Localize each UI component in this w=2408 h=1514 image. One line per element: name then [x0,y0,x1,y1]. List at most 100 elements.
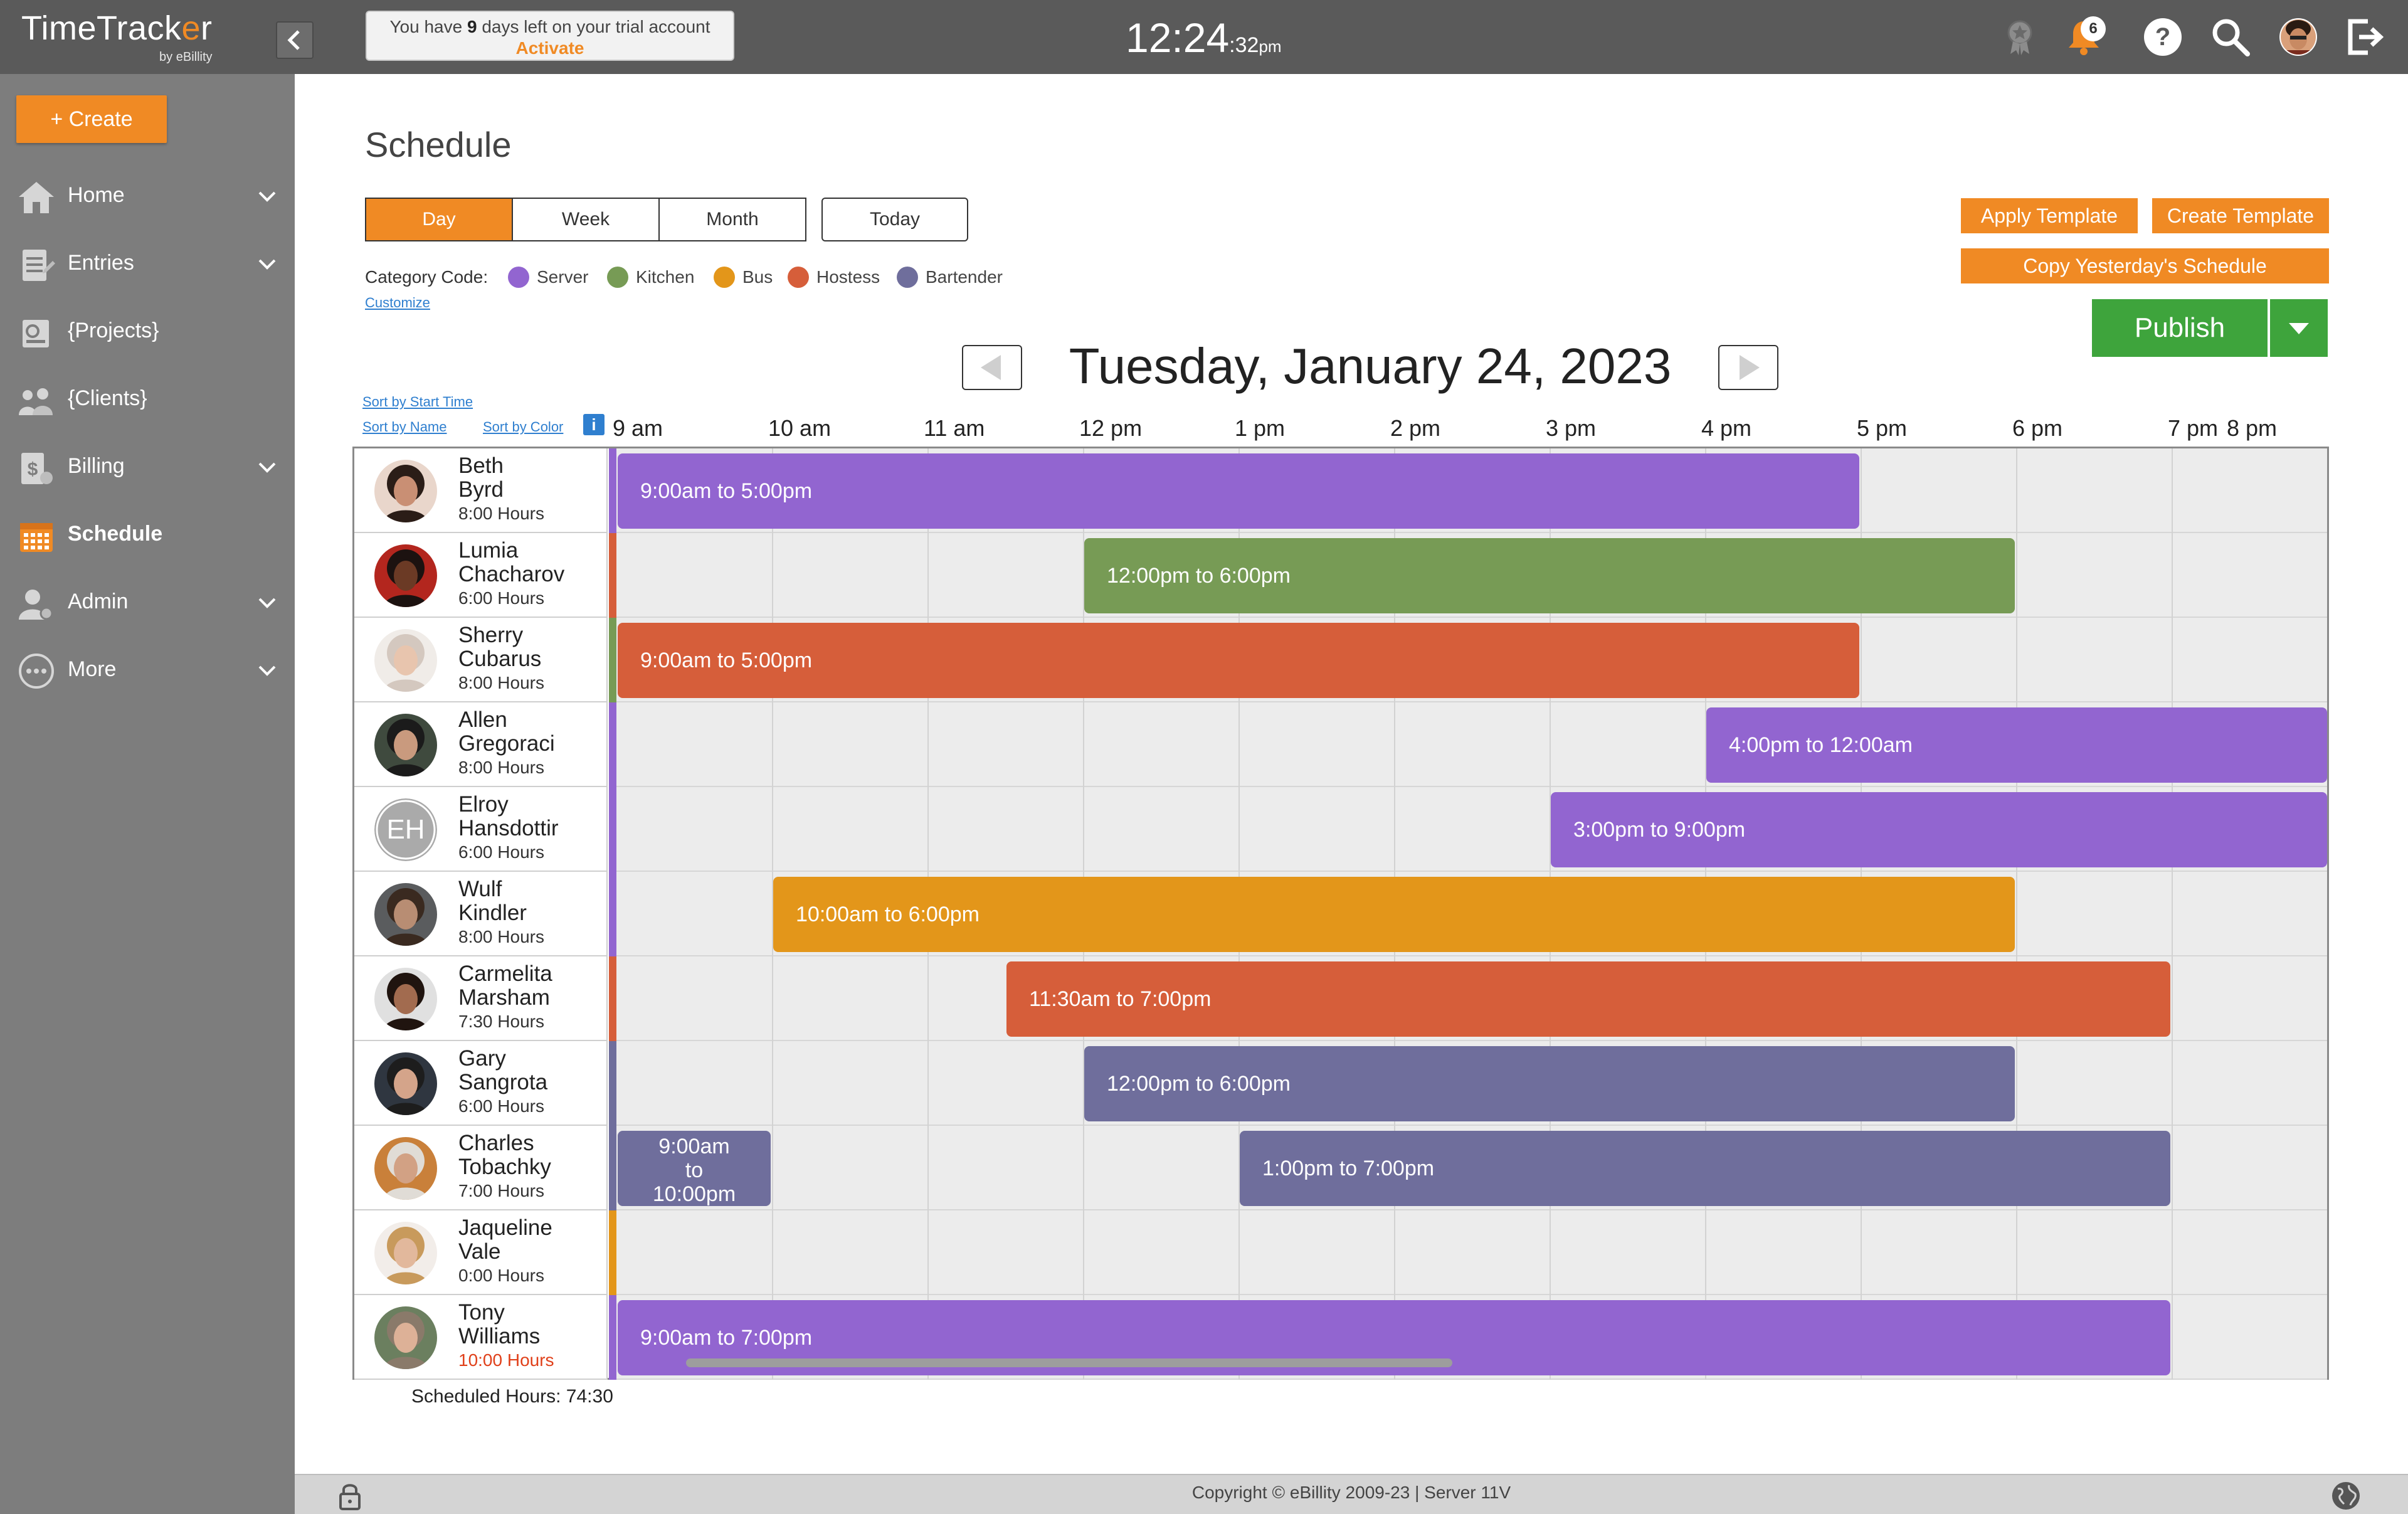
hour-label: 8 pm [2227,415,2278,441]
shift-block[interactable]: 3:00pm to 9:00pm [1551,792,2327,867]
sort-by-color-link[interactable]: Sort by Color [483,419,563,435]
timeline-track[interactable]: 12:00pm to 6:00pm [616,533,2327,618]
schedule-row: Charles Tobachky 7:00 Hours 9:00am to 10:00pm… [354,1126,2327,1210]
search-icon[interactable] [2209,15,2252,59]
employee-cell[interactable]: Gary Sangrota 6:00 Hours [354,1041,608,1126]
sidebar-item-admin[interactable]: Admin [0,574,295,631]
employee-cell[interactable]: Beth Byrd 8:00 Hours [354,448,608,533]
chevron-down-icon[interactable] [256,458,278,477]
hour-gridline [772,702,773,787]
award-icon[interactable] [1998,15,2042,59]
create-template-button[interactable]: Create Template [2152,198,2329,233]
shift-block[interactable]: 12:00pm to 6:00pm [1084,538,2015,613]
sidebar: + Create Home Entries {Projects} {Clients} $… [0,74,295,1514]
chevron-down-icon[interactable] [256,187,278,206]
shift-block[interactable]: 1:00pm to 7:00pm [1240,1131,2170,1206]
publish-dropdown-button[interactable] [2270,299,2328,357]
collapse-sidebar-button[interactable] [276,21,314,59]
schedule-row: Sherry Cubarus 8:00 Hours 9:00am to 5:00pm [354,618,2327,702]
employee-first-name: Lumia [458,538,519,563]
employee-hours: 8:00 Hours [458,673,544,692]
publish-button[interactable]: Publish [2092,299,2268,357]
timeline-track[interactable]: 10:00am to 6:00pm [616,872,2327,956]
employee-cell[interactable]: Allen Gregoraci 8:00 Hours [354,702,608,787]
sidebar-item-projects[interactable]: {Projects} [0,304,295,360]
shift-label: 9:00am to 5:00pm [640,648,813,672]
employee-cell[interactable]: Carmelita Marsham 7:30 Hours [354,956,608,1041]
sidebar-item-billing[interactable]: $ Billing [0,439,295,495]
timeline-track[interactable] [616,1210,2327,1295]
employee-cell[interactable]: Wulf Kindler 8:00 Hours [354,872,608,956]
sort-by-start-time-link[interactable]: Sort by Start Time [362,394,473,410]
timeline-track[interactable]: 9:00am to 5:00pm [616,448,2327,533]
shift-block[interactable]: 11:30am to 7:00pm [1006,961,2170,1037]
sidebar-item-schedule[interactable]: Schedule [0,507,295,563]
shift-block[interactable]: 9:00am to 10:00pm [618,1131,771,1206]
view-month-button[interactable]: Month [658,198,806,241]
hour-gridline [1550,702,1551,787]
category-swatch [607,266,628,288]
employee-cell[interactable]: EH Elroy Hansdottir 6:00 Hours [354,787,608,872]
customize-link[interactable]: Customize [365,295,430,311]
shift-block[interactable]: 9:00am to 5:00pm [618,623,1859,698]
view-week-button[interactable]: Week [512,198,660,241]
sidebar-item-entries[interactable]: Entries [0,236,295,292]
app-logo[interactable]: TimeTracker by eBillity [21,9,213,64]
timeline-track[interactable]: 11:30am to 7:00pm [616,956,2327,1041]
shift-block[interactable]: 9:00am to 5:00pm [618,453,1859,529]
help-icon[interactable]: ? [2141,15,2185,59]
category-bus: Bus [714,266,773,288]
shift-block[interactable]: 12:00pm to 6:00pm [1084,1046,2015,1121]
employee-cell[interactable]: Charles Tobachky 7:00 Hours [354,1126,608,1210]
activate-link[interactable]: Activate [367,38,733,58]
logout-icon[interactable] [2343,15,2387,59]
avatar-image [374,968,437,1030]
employee-first-name: Elroy [458,792,509,817]
employee-cell[interactable]: Lumia Chacharov 6:00 Hours [354,533,608,618]
timeline-track[interactable]: 9:00am to 10:00pm 1:00pm to 7:00pm [616,1126,2327,1210]
category-color-bar [609,618,616,702]
info-icon[interactable]: i [583,414,605,435]
arrow-right-icon [1740,355,1760,380]
view-day-button[interactable]: Day [365,198,513,241]
category-color-bar [609,1210,616,1295]
chevron-down-icon[interactable] [256,255,278,273]
sidebar-item-home[interactable]: Home [0,168,295,225]
today-button[interactable]: Today [821,198,968,241]
shift-block[interactable]: 4:00pm to 12:00am [1706,707,2327,783]
previous-day-button[interactable] [962,345,1022,390]
employee-hours: 6:00 Hours [458,842,544,862]
shift-block[interactable]: 10:00am to 6:00pm [773,877,2015,952]
globe-icon[interactable] [2330,1480,2362,1511]
employee-hours: 8:00 Hours [458,758,544,777]
employee-cell[interactable]: Jaqueline Vale 0:00 Hours [354,1210,608,1295]
timeline-track[interactable]: 3:00pm to 9:00pm [616,787,2327,872]
sidebar-item-clients[interactable]: {Clients} [0,371,295,428]
copy-yesterday-button[interactable]: Copy Yesterday's Schedule [1961,248,2329,283]
category-kitchen: Kitchen [607,266,694,288]
employee-cell[interactable]: Tony Williams 10:00 Hours [354,1295,608,1380]
user-avatar-icon[interactable] [2276,15,2320,59]
hour-gridline [927,787,929,872]
create-button[interactable]: + Create [16,95,167,143]
sidebar-item-label: More [68,657,117,681]
calendar-icon [20,523,53,552]
chevron-down-icon[interactable] [256,661,278,680]
home-icon [19,182,54,213]
horizontal-scrollbar[interactable] [686,1358,1452,1367]
chevron-down-icon[interactable] [256,593,278,612]
next-day-button[interactable] [1718,345,1778,390]
timeline-track[interactable]: 9:00am to 5:00pm [616,618,2327,702]
hour-gridline [927,533,929,618]
sort-by-name-link[interactable]: Sort by Name [362,419,447,435]
timeline-track[interactable]: 4:00pm to 12:00am [616,702,2327,787]
hour-gridline [2016,618,2017,702]
avatar-image [374,629,437,692]
hour-gridline [2172,1295,2173,1380]
employee-cell[interactable]: Sherry Cubarus 8:00 Hours [354,618,608,702]
sidebar-item-more[interactable]: More [0,642,295,699]
hour-gridline [772,1210,773,1295]
arrow-left-icon [981,355,1001,380]
apply-template-button[interactable]: Apply Template [1961,198,2138,233]
timeline-track[interactable]: 12:00pm to 6:00pm [616,1041,2327,1126]
